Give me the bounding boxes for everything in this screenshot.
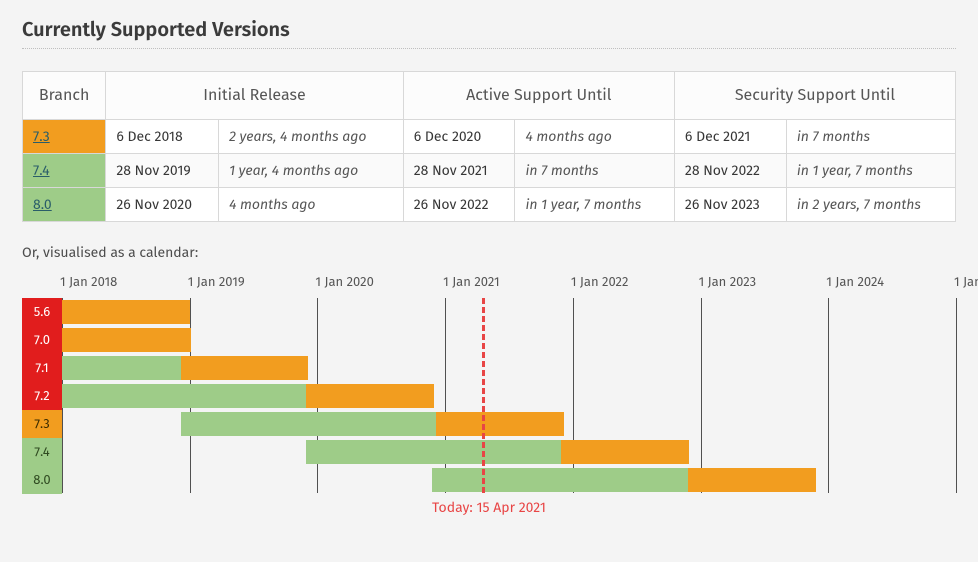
initial-date: 26 Nov 2020 <box>106 188 219 222</box>
active-date: 6 Dec 2020 <box>403 120 515 154</box>
active-rel: in 1 year, 7 months <box>515 188 674 222</box>
branch-link[interactable]: 7.3 <box>33 128 50 145</box>
security-date: 26 Nov 2023 <box>674 188 786 222</box>
security-support-bar <box>62 328 191 352</box>
active-support-bar <box>432 468 687 492</box>
date-tick-label: 1 Jan 2024 <box>826 275 884 290</box>
calendar-caption: Or, visualised as a calendar: <box>22 244 956 261</box>
initial-date: 6 Dec 2018 <box>106 120 219 154</box>
date-tick-label: 1 Jan 2025 <box>954 275 978 290</box>
heading-separator <box>22 48 956 49</box>
security-rel: in 2 years, 7 months <box>786 188 955 222</box>
timeline-bars: 5.67.07.17.27.37.48.0 <box>62 297 956 493</box>
initial-rel: 4 months ago <box>219 188 404 222</box>
branch-link[interactable]: 8.0 <box>33 196 52 213</box>
date-tick-label: 1 Jan 2023 <box>699 275 757 290</box>
timeline-row: 7.3 <box>62 410 956 438</box>
today-caption: Today: 15 Apr 2021 <box>22 499 956 516</box>
security-support-bar <box>688 468 816 492</box>
security-support-bar <box>561 440 689 464</box>
security-date: 28 Nov 2022 <box>674 154 786 188</box>
active-support-bar <box>181 412 436 436</box>
timeline-row: 8.0 <box>62 466 956 494</box>
timeline-row: 7.4 <box>62 438 956 466</box>
active-support-bar <box>62 356 181 380</box>
security-support-bar <box>306 384 434 408</box>
security-date: 6 Dec 2021 <box>674 120 786 154</box>
timeline-row: 7.2 <box>62 382 956 410</box>
timeline-row-label: 7.0 <box>22 326 62 354</box>
timeline-row-label: 7.1 <box>22 354 62 382</box>
date-tick-label: 1 Jan 2022 <box>571 275 629 290</box>
active-rel: in 7 months <box>515 154 674 188</box>
timeline-row-label: 8.0 <box>22 466 62 494</box>
th-branch: Branch <box>23 72 106 120</box>
active-support-bar <box>62 384 306 408</box>
timeline-row-label: 7.4 <box>22 438 62 466</box>
page-title: Currently Supported Versions <box>22 18 956 42</box>
date-tick-label: 1 Jan 2021 <box>443 275 499 290</box>
timeline-row: 5.6 <box>62 298 956 326</box>
timeline-dates: 1 Jan 2018 1 Jan 2019 1 Jan 2020 1 Jan 2021… <box>62 275 956 297</box>
security-support-bar <box>181 356 309 380</box>
branch-cell: 7.4 <box>23 154 106 188</box>
initial-rel: 1 year, 4 months ago <box>219 154 404 188</box>
table-row: 7.428 Nov 20191 year, 4 months ago28 Nov… <box>23 154 956 188</box>
date-tick-label: 1 Jan 2018 <box>60 275 117 290</box>
security-rel: in 7 months <box>786 120 955 154</box>
date-tick-label: 1 Jan 2019 <box>188 275 245 290</box>
timeline-row: 7.0 <box>62 326 956 354</box>
th-initial: Initial Release <box>106 72 403 120</box>
security-support-bar <box>436 412 564 436</box>
branch-cell: 8.0 <box>23 188 106 222</box>
timeline: 1 Jan 2018 1 Jan 2019 1 Jan 2020 1 Jan 2021… <box>22 275 956 516</box>
timeline-row-label: 7.3 <box>22 410 62 438</box>
active-rel: 4 months ago <box>515 120 674 154</box>
table-row: 7.36 Dec 20182 years, 4 months ago6 Dec … <box>23 120 956 154</box>
branch-link[interactable]: 7.4 <box>33 162 50 179</box>
security-rel: in 1 year, 7 months <box>786 154 955 188</box>
today-line <box>482 298 485 493</box>
active-date: 26 Nov 2022 <box>403 188 515 222</box>
table-row: 8.026 Nov 20204 months ago26 Nov 2022in … <box>23 188 956 222</box>
timeline-row-label: 7.2 <box>22 382 62 410</box>
initial-rel: 2 years, 4 months ago <box>219 120 404 154</box>
timeline-row: 7.1 <box>62 354 956 382</box>
th-security: Security Support Until <box>674 72 955 120</box>
branch-cell: 7.3 <box>23 120 106 154</box>
initial-date: 28 Nov 2019 <box>106 154 219 188</box>
timeline-row-label: 5.6 <box>22 298 62 326</box>
active-support-bar <box>306 440 561 464</box>
grid-line <box>956 298 957 493</box>
date-tick-label: 1 Jan 2020 <box>315 275 373 290</box>
versions-table: Branch Initial Release Active Support Un… <box>22 71 956 222</box>
security-support-bar <box>62 300 190 324</box>
th-active: Active Support Until <box>403 72 674 120</box>
active-date: 28 Nov 2021 <box>403 154 515 188</box>
